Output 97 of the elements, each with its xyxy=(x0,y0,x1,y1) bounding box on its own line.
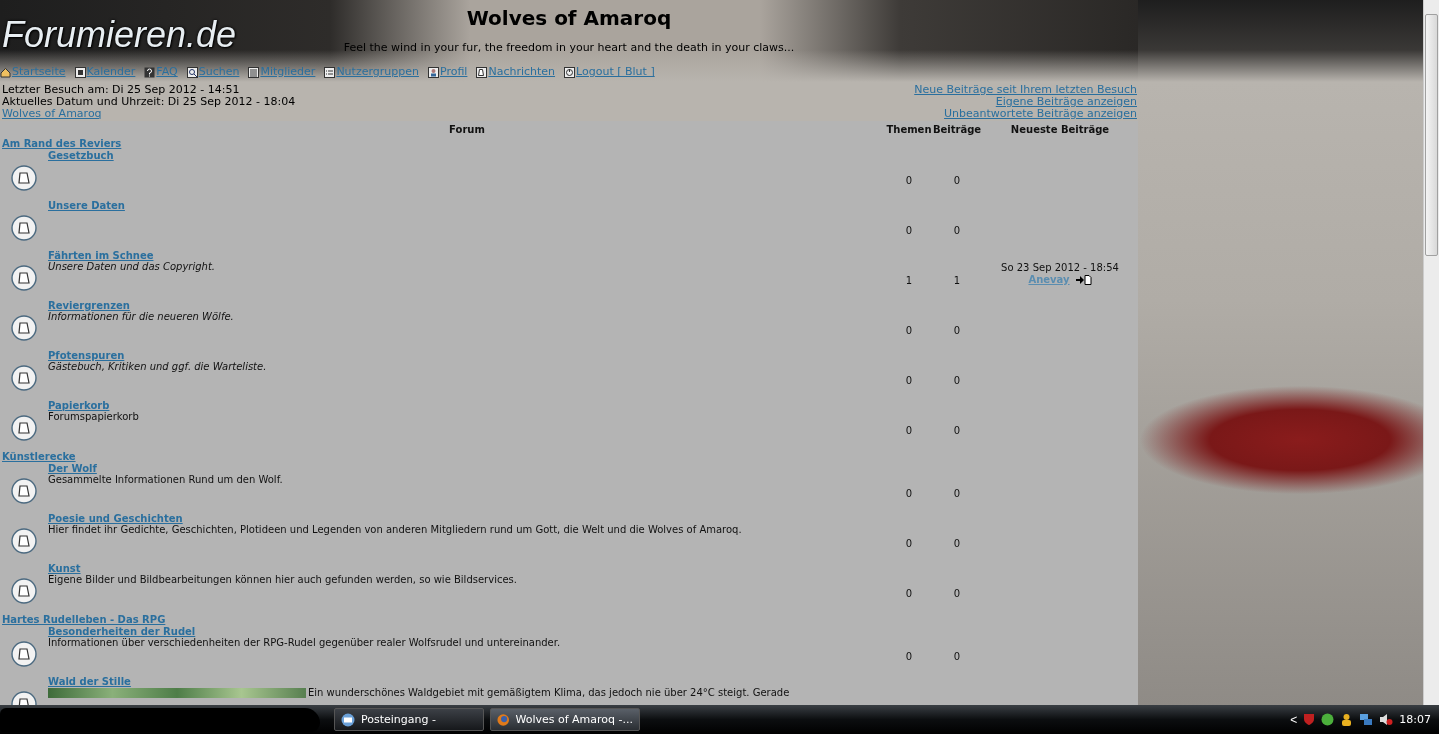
topic-count: 0 xyxy=(905,487,913,499)
clock[interactable]: 18:07 xyxy=(1399,713,1431,726)
nav-link[interactable]: Mitglieder xyxy=(248,65,316,78)
column-header: Beiträge xyxy=(932,123,982,136)
forum-link[interactable]: Fährten im Schnee xyxy=(48,250,154,261)
forum-description: Unsere Daten und das Copyright. xyxy=(48,261,216,272)
nav-link[interactable]: Logout [ Blut ] xyxy=(564,65,655,78)
topic-count: 1 xyxy=(905,274,913,286)
forum-link[interactable]: Der Wolf xyxy=(48,463,97,474)
people-icon[interactable] xyxy=(1340,713,1354,726)
nav-link[interactable]: Startseite xyxy=(0,65,66,78)
forum-icon xyxy=(11,365,37,391)
forum-description: Gästebuch, Kritiken und ggf. die Warteliste. xyxy=(48,361,268,372)
nav-link[interactable]: Nachrichten xyxy=(476,65,556,78)
forum-link[interactable]: Kunst xyxy=(48,563,81,574)
post-count: 0 xyxy=(953,587,961,599)
forum-link[interactable]: Reviergrenzen xyxy=(48,300,130,311)
person-icon xyxy=(427,67,439,78)
nav-link[interactable]: FAQ xyxy=(144,65,178,78)
network-icon[interactable] xyxy=(1359,713,1374,726)
forum-link[interactable]: Unsere Daten xyxy=(48,200,125,211)
author-link[interactable]: Anevay xyxy=(1028,274,1070,286)
house-icon xyxy=(0,67,11,78)
forum-icon xyxy=(11,315,37,341)
topic-count: 0 xyxy=(905,174,913,186)
post-count: 0 xyxy=(953,374,961,386)
quick-link[interactable]: Neue Beiträge seit Ihrem letzten Besuch xyxy=(914,84,1137,96)
forum-link[interactable]: Papierkorb xyxy=(48,400,110,411)
last-visit-text: Letzter Besuch am: Di 25 Sep 2012 - 14:51 xyxy=(2,84,241,96)
topic-count: 0 xyxy=(905,224,913,236)
forum-link[interactable]: Gesetzbuch xyxy=(48,150,114,161)
forum-description: Informationen für die neueren Wölfe. xyxy=(48,311,235,322)
forum-link[interactable]: Poesie und Geschichten xyxy=(48,513,183,524)
topic-count: 0 xyxy=(905,587,913,599)
forum-description: Forumspapierkorb xyxy=(48,411,140,422)
nav-link[interactable]: Suchen xyxy=(186,65,240,78)
forum-description: Gesammelte Informationen Rund um den Wolf. xyxy=(48,474,284,485)
forum-link[interactable]: Wald der Stille xyxy=(48,676,131,687)
topic-count: 0 xyxy=(905,324,913,336)
quick-link[interactable]: Unbeantwortete Beiträge anzeigen xyxy=(944,108,1137,120)
forum-icon xyxy=(11,265,37,291)
post-count: 0 xyxy=(953,174,961,186)
column-header: Forum xyxy=(448,123,486,136)
forum-icon xyxy=(11,165,37,191)
power-icon xyxy=(564,67,576,78)
forum-icon xyxy=(11,478,37,504)
last-post-date: So 23 Sep 2012 - 18:54 xyxy=(1001,262,1119,274)
post-count: 0 xyxy=(953,424,961,436)
column-header: Themen xyxy=(886,123,932,136)
topic-count: 0 xyxy=(905,650,913,662)
forum-description: Hier findet ihr Gedichte, Geschichten, Plotideen und Legenden von anderen Mitgliedern rund um Gott, die Welt und die Wolves of Amaroq. xyxy=(48,524,743,535)
envelope-icon xyxy=(341,712,355,727)
post-count: 0 xyxy=(953,650,961,662)
taskbar-button[interactable]: Wolves of Amaroq -... xyxy=(490,708,640,731)
help-icon xyxy=(144,67,156,78)
forum-icon xyxy=(11,415,37,441)
taskbar-button[interactable]: Posteingang - xyxy=(334,708,484,731)
forum-tagline: Feel the wind in your fur, the freedom in your heart and the death in your claws... xyxy=(342,41,796,54)
breadcrumb-link[interactable]: Wolves of Amaroq xyxy=(2,108,296,120)
search-icon xyxy=(186,67,198,78)
check-icon[interactable] xyxy=(1321,713,1335,726)
current-time-text: Aktuelles Datum und Uhrzeit: Di 25 Sep 2012 - 18:04 xyxy=(2,96,296,108)
forum-link[interactable]: Pfotenspuren xyxy=(48,350,125,361)
site-logo[interactable]: Forumieren.de xyxy=(2,14,237,56)
post-count: 0 xyxy=(953,537,961,549)
forum-description: Informationen über verschiedenheiten der RPG-Rudel gegenüber realer Wolfsrudel und untereinander. xyxy=(48,637,562,648)
nav-link[interactable]: Profil xyxy=(427,65,468,78)
forum-icon xyxy=(11,578,37,604)
forum-icon xyxy=(11,641,37,667)
forum-description: Ein wunderschönes Waldgebiet mit gemäßigtem Klima, das jedoch nie über 24°C steigt. Gerade xyxy=(308,687,790,698)
nav-link[interactable]: Kalender xyxy=(74,65,136,78)
go-to-post-icon[interactable] xyxy=(1075,275,1092,285)
show-hidden-icons-button[interactable]: < xyxy=(1290,712,1298,727)
globe-icon xyxy=(497,712,510,727)
category-link[interactable]: Am Rand des Reviers xyxy=(0,136,1138,149)
forum-description: Eigene Bilder und Bildbearbeitungen können hier auch gefunden werden, so wie Bildservices. xyxy=(48,574,518,585)
forum-icon xyxy=(11,528,37,554)
category-link[interactable]: Künstlerecke xyxy=(0,449,1138,462)
nav-link[interactable]: Nutzergruppen xyxy=(324,65,419,78)
column-header: Neueste Beiträge xyxy=(1009,123,1111,136)
topic-count: 0 xyxy=(905,537,913,549)
shield-icon[interactable] xyxy=(1303,713,1316,726)
muted-speaker-icon[interactable] xyxy=(1379,713,1394,726)
scrollbar[interactable] xyxy=(1423,0,1439,705)
topic-count: 0 xyxy=(905,374,913,386)
category-link[interactable]: Hartes Rudelleben - Das RPG xyxy=(0,612,1138,625)
quick-link[interactable]: Eigene Beiträge anzeigen xyxy=(995,96,1137,108)
post-count: 1 xyxy=(953,274,961,286)
page-icon xyxy=(476,67,488,78)
post-count: 0 xyxy=(953,487,961,499)
post-count: 0 xyxy=(953,324,961,336)
topic-count: 0 xyxy=(905,424,913,436)
post-count: 0 xyxy=(953,224,961,236)
forum-title: Wolves of Amaroq xyxy=(465,6,673,30)
calendar-icon xyxy=(74,67,86,78)
forum-icon xyxy=(11,215,37,241)
forum-link[interactable]: Besonderheiten der Rudel xyxy=(48,626,196,637)
